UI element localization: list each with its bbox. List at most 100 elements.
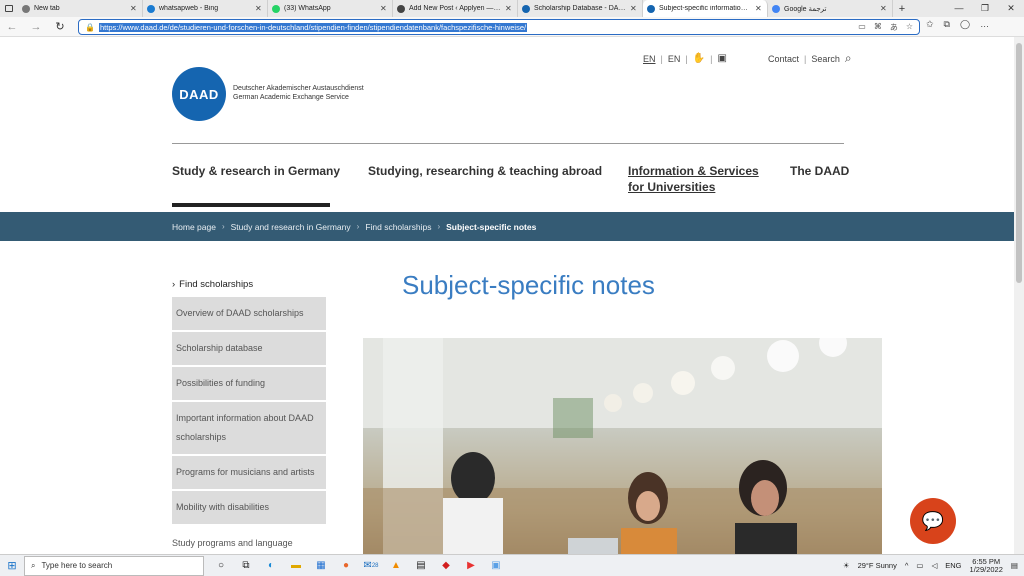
- pdf-reader-icon[interactable]: ◆: [437, 558, 455, 574]
- tab-close-icon[interactable]: ✕: [880, 4, 888, 13]
- tab-actions-button[interactable]: [0, 0, 18, 17]
- toolbar-right: ✩ ⧉ ◯ …: [926, 19, 989, 30]
- easy-language-icon[interactable]: ▣: [718, 53, 727, 64]
- hero-photo-illustration: [363, 338, 882, 554]
- tab-title: Scholarship Database - DAAD - …: [534, 5, 626, 12]
- tab-favicon-icon: [772, 4, 780, 13]
- sidebar-nav: › Find scholarships Overview of DAAD sch…: [172, 277, 326, 554]
- weather-text[interactable]: 29°F Sunny: [858, 561, 897, 570]
- task-view-icon[interactable]: ⧉: [237, 558, 255, 574]
- more-icon[interactable]: …: [980, 19, 989, 30]
- close-window-icon[interactable]: ✕: [998, 3, 1024, 14]
- media-app-icon[interactable]: ▶: [462, 558, 480, 574]
- calculator-icon[interactable]: ▤: [412, 558, 430, 574]
- breadcrumb-home[interactable]: Home page: [172, 222, 216, 232]
- notifications-icon[interactable]: ▤: [1011, 561, 1018, 570]
- sidebar-item-study-programs[interactable]: Study programs and language courses: [172, 526, 326, 554]
- sidebar-item-overview[interactable]: Overview of DAAD scholarships: [172, 297, 326, 332]
- minimize-icon[interactable]: —: [946, 3, 972, 14]
- browser-tab[interactable]: whatsapweb - Bing ✕: [143, 0, 268, 17]
- photos-icon[interactable]: ▣: [487, 558, 505, 574]
- browser-tab[interactable]: Add New Post ‹ Applyen — Wo… ✕: [393, 0, 518, 17]
- store-icon[interactable]: ▦: [312, 558, 330, 574]
- contact-link[interactable]: Contact: [768, 54, 799, 64]
- apps-icon[interactable]: ⌘: [874, 22, 882, 33]
- sidebar-item-disabilities[interactable]: Mobility with disabilities: [172, 491, 326, 526]
- sidebar-heading[interactable]: › Find scholarships: [172, 277, 326, 297]
- taskbar: ⊞ ⌕ Type here to search ○ ⧉ ◐ ▬ ▦ ● ✉ 28 …: [0, 554, 1024, 576]
- back-icon[interactable]: ←: [0, 21, 24, 33]
- lang-en-option[interactable]: EN: [668, 54, 681, 64]
- lang-en-link[interactable]: EN: [643, 54, 656, 64]
- vlc-icon[interactable]: ▲: [387, 558, 405, 574]
- favorite-star-icon[interactable]: ☆: [906, 22, 913, 33]
- chevron-up-icon[interactable]: ^: [905, 561, 909, 570]
- tab-title: Add New Post ‹ Applyen — Wo…: [409, 5, 501, 12]
- restore-icon[interactable]: ❐: [972, 3, 998, 14]
- cortana-icon[interactable]: ○: [212, 558, 230, 574]
- sidebar-item-important-info[interactable]: Important information about DAAD scholar…: [172, 402, 326, 456]
- search-link[interactable]: Search: [811, 54, 840, 64]
- address-toolbar: ← → ↻ 🔒 https://www.daad.de/de/studieren…: [0, 17, 1024, 37]
- hero-image: [363, 338, 882, 554]
- nav-study-research-germany[interactable]: Study & research in Germany: [172, 163, 340, 179]
- tab-title: Google ترجمة: [784, 5, 827, 13]
- favorites-icon[interactable]: ✩: [926, 19, 934, 30]
- mail-icon[interactable]: ✉ 28: [362, 558, 380, 574]
- edge-icon[interactable]: ◐: [262, 558, 280, 574]
- new-tab-button[interactable]: +: [893, 3, 911, 15]
- taskbar-search[interactable]: ⌕ Type here to search: [24, 555, 204, 576]
- breadcrumb-scholarships[interactable]: Find scholarships: [365, 222, 431, 232]
- browser-tab[interactable]: Scholarship Database - DAAD - … ✕: [518, 0, 643, 17]
- nav-studying-abroad[interactable]: Studying, researching & teaching abroad: [368, 163, 602, 179]
- separator: |: [685, 53, 688, 64]
- collections-icon[interactable]: ⧉: [944, 19, 950, 30]
- tab-close-icon[interactable]: ✕: [255, 4, 263, 13]
- nav-the-daad[interactable]: The DAAD: [790, 163, 849, 179]
- network-icon[interactable]: ▭: [916, 561, 923, 570]
- browser-tab[interactable]: (33) WhatsApp ✕: [268, 0, 393, 17]
- language-indicator[interactable]: ENG: [945, 561, 961, 570]
- browser-tab[interactable]: Google ترجمة ✕: [768, 0, 893, 17]
- tab-favicon-icon: [522, 4, 530, 13]
- breadcrumb-study[interactable]: Study and research in Germany: [231, 222, 351, 232]
- nav-info-services[interactable]: Information & Services for Universities: [628, 163, 759, 195]
- tab-close-icon[interactable]: ✕: [630, 4, 638, 13]
- translate-icon[interactable]: あ: [890, 22, 898, 33]
- header-divider: [172, 143, 844, 144]
- firefox-icon[interactable]: ●: [337, 558, 355, 574]
- page-scrollbar[interactable]: [1014, 37, 1024, 554]
- sidebar-item-database[interactable]: Scholarship database: [172, 332, 326, 367]
- tab-close-icon[interactable]: ✕: [755, 4, 763, 13]
- file-explorer-icon[interactable]: ▬: [287, 558, 305, 574]
- sidebar-item-funding[interactable]: Possibilities of funding: [172, 367, 326, 402]
- reader-icon[interactable]: ▭: [858, 22, 866, 33]
- clock[interactable]: 6:55 PM 1/29/2022: [970, 557, 1003, 574]
- url-text[interactable]: https://www.daad.de/de/studieren-und-for…: [99, 22, 528, 32]
- mail-badge: 28: [371, 562, 379, 569]
- daad-logo[interactable]: DAAD: [172, 67, 226, 121]
- forward-icon[interactable]: →: [24, 21, 48, 33]
- taskbar-apps: ○ ⧉ ◐ ▬ ▦ ● ✉ 28 ▲ ▤ ◆ ▶ ▣: [212, 558, 505, 574]
- tab-close-icon[interactable]: ✕: [505, 4, 513, 13]
- separator: |: [660, 53, 663, 64]
- system-tray: ☀ 29°F Sunny ^ ▭ ◁ ENG 6:55 PM 1/29/2022…: [843, 557, 1024, 574]
- search-icon[interactable]: ⌕: [845, 51, 852, 66]
- tab-close-icon[interactable]: ✕: [380, 4, 388, 13]
- sign-language-icon[interactable]: ✋: [693, 53, 705, 64]
- profile-icon[interactable]: ◯: [960, 19, 970, 30]
- browser-tab[interactable]: New tab ✕: [18, 0, 143, 17]
- separator: |: [710, 53, 713, 64]
- tab-close-icon[interactable]: ✕: [130, 4, 138, 13]
- volume-icon[interactable]: ◁: [931, 561, 937, 570]
- chat-button[interactable]: 💬: [910, 498, 956, 544]
- refresh-icon[interactable]: ↻: [48, 20, 72, 33]
- scrollbar-thumb[interactable]: [1016, 43, 1022, 283]
- window-controls: — ❐ ✕: [946, 3, 1024, 14]
- chevron-right-icon: ›: [437, 222, 441, 231]
- windows-start-icon[interactable]: ⊞: [0, 559, 24, 572]
- weather-icon[interactable]: ☀: [843, 561, 850, 570]
- sidebar-item-musicians[interactable]: Programs for musicians and artists: [172, 456, 326, 491]
- address-bar[interactable]: 🔒 https://www.daad.de/de/studieren-und-f…: [78, 19, 920, 35]
- browser-tab[interactable]: Subject-specific information - D… ✕: [643, 0, 768, 17]
